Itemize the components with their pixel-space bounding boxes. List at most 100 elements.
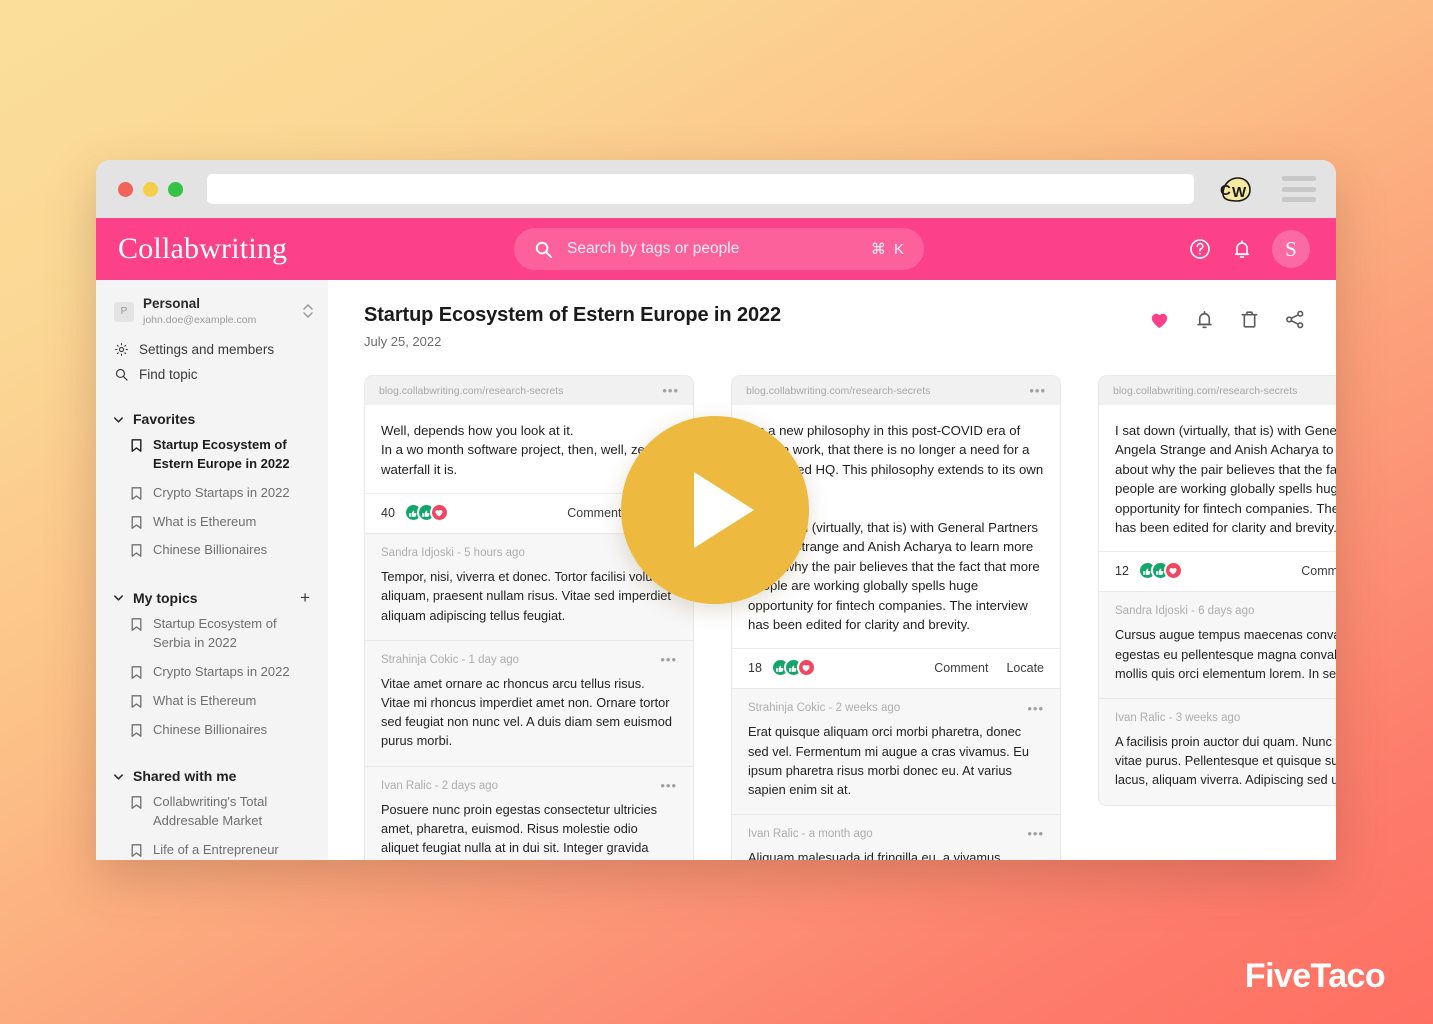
comment-more-options-icon[interactable]: •••: [1027, 702, 1044, 715]
card-source: blog.collabwriting.com/research-secrets …: [1099, 376, 1336, 405]
workspace-name: Personal: [143, 296, 201, 311]
document-actions: [1148, 304, 1306, 331]
play-video-button[interactable]: [621, 416, 809, 604]
comment: Sandra Idjoski - 6 days ago••• Cursus au…: [1099, 591, 1336, 698]
comment-body: Aliquam malesuada id fringilla eu, a viv…: [748, 850, 1001, 860]
bookmark-icon: [130, 665, 143, 680]
heart-reaction-icon[interactable]: [796, 658, 816, 678]
reaction-badges[interactable]: [403, 503, 449, 523]
sidebar-item-topic[interactable]: Startup Ecosystem of Estern Europe in 20…: [96, 431, 328, 479]
sidebar-item-topic[interactable]: Startup Ecosystem of Serbia in 2022: [96, 610, 328, 658]
browser-chrome-bar: C W: [96, 160, 1336, 218]
bookmark-icon: [130, 843, 143, 858]
comment-meta: Sandra Idjoski - 6 days ago: [1115, 605, 1255, 618]
comment-button[interactable]: Comment: [934, 661, 988, 675]
sidebar-item-label: Startup Ecosystem of Serbia in 2022: [153, 616, 277, 651]
sidebar-section-favorites[interactable]: Favorites: [96, 405, 328, 431]
reaction-count: 18: [748, 660, 762, 675]
workspace-switcher[interactable]: P Personal john.doe@example.com: [96, 294, 328, 337]
heart-reaction-icon[interactable]: [429, 503, 449, 523]
sidebar-item-topic[interactable]: Life of a Entrepreneur: [96, 836, 328, 860]
hamburger-icon[interactable]: [1282, 176, 1316, 202]
comment: Ivan Ralic - 2 days ago ••• Posuere nunc …: [365, 765, 693, 860]
bookmark-icon: [130, 617, 143, 632]
sidebar-item-find-topic[interactable]: Find topic: [96, 362, 328, 387]
comment-more-options-icon[interactable]: •••: [660, 653, 677, 666]
comment-button[interactable]: Comment: [1301, 564, 1336, 578]
card-source: blog.collabwriting.com/research-secrets …: [732, 376, 1060, 405]
sidebar-item-topic[interactable]: What is Ethereum: [96, 508, 328, 537]
delete-trash-icon[interactable]: [1238, 308, 1261, 331]
card-more-options-icon[interactable]: •••: [662, 384, 679, 397]
reaction-badges[interactable]: [1137, 561, 1183, 581]
search-shortcut-hint: ⌘ K: [870, 241, 906, 258]
comment-body: Cursus augue tempus maecenas convallis. …: [1115, 627, 1336, 681]
sidebar-item-label: Crypto Startaps in 2022: [153, 663, 290, 679]
chevron-updown-icon[interactable]: [302, 301, 314, 323]
comment-meta: Ivan Ralic - 3 weeks ago: [1115, 712, 1241, 724]
card-bar-actions: Comment Locate: [1301, 564, 1336, 578]
comment-more-options-icon[interactable]: •••: [660, 779, 677, 792]
maximize-window-button[interactable]: [168, 181, 183, 197]
notification-bell-icon[interactable]: [1230, 237, 1254, 261]
comment-more-options-icon[interactable]: •••: [1027, 827, 1044, 840]
card-more-options-icon[interactable]: •••: [1029, 384, 1046, 397]
gear-icon: [114, 342, 129, 357]
heart-reaction-icon[interactable]: [1163, 561, 1183, 581]
notification-bell-icon[interactable]: [1193, 308, 1216, 331]
reaction-badges[interactable]: [770, 658, 816, 678]
sidebar-section-label: Favorites: [133, 411, 196, 427]
avatar[interactable]: S: [1272, 230, 1310, 268]
comment-button[interactable]: Comment: [567, 506, 621, 520]
collabwriting-logo-icon: C W: [1214, 172, 1254, 206]
document-date: July 25, 2022: [364, 334, 442, 349]
play-icon: [694, 472, 754, 548]
add-topic-button[interactable]: +: [300, 589, 310, 606]
search-input[interactable]: Search by tags or people ⌘ K: [514, 228, 924, 270]
comment-body: Vitae amet ornare ac rhoncus arcu tellus…: [381, 675, 672, 749]
share-icon[interactable]: [1283, 308, 1306, 331]
comment: Ivan Ralic - a month ago ••• Aliquam male…: [732, 814, 1060, 860]
sidebar-item-topic[interactable]: Chinese Billionaires: [96, 716, 328, 745]
comment-meta: Strahinja Cokic - 2 weeks ago: [748, 702, 901, 715]
comment-meta: Ivan Ralic - a month ago: [748, 828, 873, 841]
comment-body: Posuere nunc proin egestas consectetur u…: [381, 801, 657, 860]
window-traffic-lights: [118, 181, 183, 197]
bookmark-icon: [130, 438, 143, 453]
sidebar-item-topic[interactable]: Chinese Billionaires: [96, 536, 328, 565]
sidebar-item-label: Chinese Billionaires: [153, 721, 268, 737]
sidebar-item-topic[interactable]: What is Ethereum: [96, 687, 328, 716]
sidebar-item-topic[interactable]: Crypto Startaps in 2022: [96, 479, 328, 508]
favorite-heart-icon[interactable]: [1148, 308, 1171, 331]
card-bar-actions: Comment Locate: [934, 661, 1044, 675]
header-actions: S: [1188, 230, 1310, 268]
reaction-count: 40: [381, 505, 395, 520]
search-icon: [114, 367, 129, 382]
bookmark-icon: [130, 694, 143, 709]
locate-button[interactable]: Locate: [1006, 661, 1044, 675]
comment: Strahinja Cokic - 2 weeks ago ••• Erat qu…: [732, 688, 1060, 814]
chevron-down-icon: [112, 770, 125, 783]
url-input[interactable]: [207, 174, 1194, 204]
card-source-url: blog.collabwriting.com/research-secrets: [379, 385, 564, 397]
sidebar-item-topic[interactable]: Collabwriting's Total Addresable Market: [96, 788, 328, 836]
comment-body: Tempor, nisi, viverra et donec. Tortor f…: [381, 569, 674, 623]
sidebar-item-topic[interactable]: Crypto Startaps in 2022: [96, 658, 328, 687]
bookmark-icon: [130, 795, 143, 810]
sidebar-item-label: Startup Ecosystem of Estern Europe in 20…: [153, 437, 290, 471]
comment-body: A facilisis proin auctor dui quam. Nunc …: [1115, 734, 1336, 788]
close-window-button[interactable]: [118, 181, 133, 197]
comment-body: Erat quisque aliquam orci morbi pharetra…: [748, 724, 1029, 798]
sidebar-item-label: What is Ethereum: [153, 692, 257, 708]
sidebar-section-my-topics[interactable]: My topics +: [96, 583, 328, 610]
sidebar-section-label: My topics: [133, 589, 198, 606]
sidebar-section-shared-with-me[interactable]: Shared with me: [96, 762, 328, 788]
comment: Strahinja Cokic - 1 day ago ••• Vitae ame…: [365, 639, 693, 766]
bookmark-icon: [130, 486, 143, 501]
sidebar-item-label: What is Ethereum: [153, 513, 257, 529]
help-icon[interactable]: [1188, 237, 1212, 261]
minimize-window-button[interactable]: [143, 181, 158, 197]
svg-text:C: C: [1220, 182, 1231, 199]
sidebar-item-settings[interactable]: Settings and members: [96, 337, 328, 362]
brand-wordmark: Collabwriting: [118, 232, 288, 265]
